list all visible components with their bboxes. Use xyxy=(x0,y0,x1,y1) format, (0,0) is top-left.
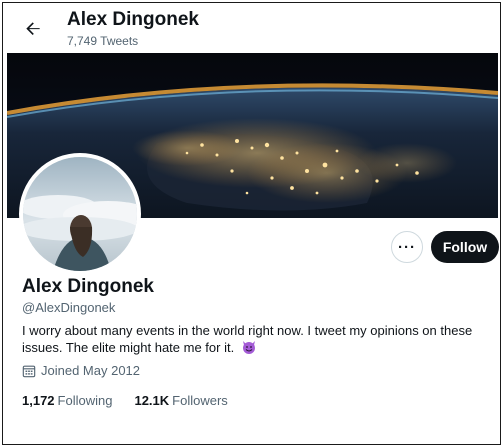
calendar-icon xyxy=(22,365,36,377)
profile-handle: @AlexDingonek xyxy=(22,300,116,315)
joined-date: Joined May 2012 xyxy=(22,363,140,378)
header-name: Alex Dingonek xyxy=(67,9,199,30)
followers-count: 12.1K xyxy=(134,393,170,408)
follow-stats: 1,172 Following 12.1K Followers xyxy=(22,393,228,408)
display-name: Alex Dingonek xyxy=(22,276,154,297)
following-link[interactable]: 1,172 Following xyxy=(22,393,112,408)
smiling-devil-emoji xyxy=(242,341,255,354)
profile-page: Alex Dingonek 7,749 Tweets ··· Follow Al… xyxy=(2,2,501,445)
followers-label: Followers xyxy=(172,393,228,408)
profile-header: Alex Dingonek 7,749 Tweets xyxy=(3,3,500,53)
more-options-icon: ··· xyxy=(398,238,416,256)
follow-button[interactable]: Follow xyxy=(431,231,499,263)
profile-bio: I worry about many events in the world r… xyxy=(22,322,492,356)
back-button[interactable] xyxy=(17,13,49,45)
arrow-left-icon xyxy=(26,22,40,35)
more-options-button[interactable]: ··· xyxy=(391,231,423,263)
following-count: 1,172 xyxy=(22,393,55,408)
tweet-count: 7,749 Tweets xyxy=(67,34,139,48)
followers-link[interactable]: 12.1K Followers xyxy=(134,393,227,408)
following-label: Following xyxy=(57,393,113,408)
avatar[interactable] xyxy=(19,153,141,275)
joined-text: Joined May 2012 xyxy=(41,363,141,378)
